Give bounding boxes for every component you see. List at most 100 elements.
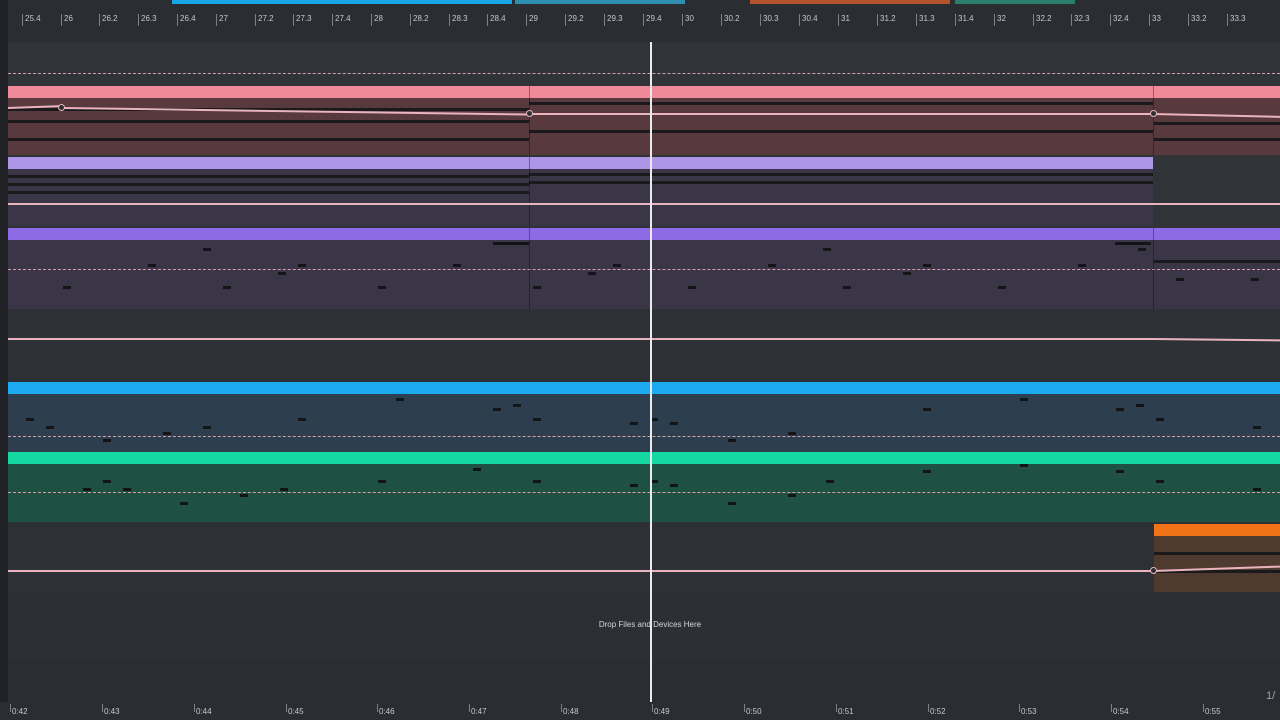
bar-label: 32.4 (1113, 14, 1129, 23)
bar-label: 33 (1152, 14, 1161, 23)
bar-label: 33.2 (1191, 14, 1207, 23)
note (1253, 488, 1261, 491)
midi-clip-lavender[interactable] (8, 169, 1153, 226)
automation-line (8, 338, 1153, 340)
automation-breakpoint[interactable] (526, 110, 533, 117)
note (1115, 242, 1151, 245)
time-tick (744, 704, 745, 712)
track-lane-blue[interactable] (8, 382, 1280, 453)
track-lane-purple[interactable] (8, 226, 1280, 310)
clip-split (1153, 86, 1154, 155)
note (533, 480, 541, 483)
track-lane-pink[interactable] (8, 42, 1280, 156)
clip-header-blue[interactable] (8, 382, 1280, 394)
bar-tick (1227, 14, 1228, 26)
time-label: 0:54 (1113, 707, 1129, 716)
note (8, 138, 529, 141)
time-tick (102, 704, 103, 712)
automation-breakpoint[interactable] (58, 104, 65, 111)
clip-header-lavender[interactable] (8, 157, 1153, 169)
note (1136, 404, 1144, 407)
note (788, 432, 796, 435)
note (728, 502, 736, 505)
note (8, 120, 529, 123)
bar-tick (487, 14, 488, 26)
note (123, 488, 131, 491)
note (1176, 278, 1184, 281)
note (453, 264, 461, 267)
note (1154, 552, 1280, 555)
automation-line (8, 203, 1280, 205)
clip-split (529, 157, 530, 226)
track-lane-orange[interactable] (8, 522, 1280, 593)
note (533, 418, 541, 421)
automation-breakpoint[interactable] (1150, 567, 1157, 574)
bar-label: 30.2 (724, 14, 740, 23)
time-tick (1111, 704, 1112, 712)
time-tick (561, 704, 562, 712)
note (63, 286, 71, 289)
note (728, 439, 736, 442)
bar-label: 28 (374, 14, 383, 23)
loop-region-bar[interactable] (515, 0, 685, 4)
note (103, 439, 111, 442)
bar-label: 30 (685, 14, 694, 23)
time-ruler[interactable]: 0:42 0:43 0:44 0:45 0:46 0:47 0:48 0:49 0:50 0:51… (0, 702, 1280, 720)
bar-tick (1188, 14, 1189, 26)
track-lane-empty[interactable] (8, 309, 1280, 383)
automation-line (529, 113, 1153, 115)
time-label: 0:47 (471, 707, 487, 716)
midi-clip-green[interactable] (8, 464, 1280, 522)
time-tick (377, 704, 378, 712)
midi-clip-blue[interactable] (8, 394, 1280, 452)
bar-label: 32.3 (1074, 14, 1090, 23)
bar-label: 32.2 (1036, 14, 1052, 23)
note (8, 191, 529, 194)
arrangement-view[interactable] (8, 42, 1280, 702)
bar-label: 29.3 (607, 14, 623, 23)
note (278, 272, 286, 275)
master-track-lane[interactable] (8, 680, 1280, 702)
midi-clip-purple[interactable] (8, 240, 1280, 309)
time-tick (10, 704, 11, 712)
bar-tick (838, 14, 839, 26)
bar-tick (799, 14, 800, 26)
bar-label: 29 (529, 14, 538, 23)
bar-label: 26.2 (102, 14, 118, 23)
beat-time-ruler[interactable]: 25.4 26 26.2 26.3 26.4 27 27.2 27.3 27.4 28 28.2 28… (0, 0, 1280, 42)
time-label: 0:48 (563, 707, 579, 716)
automation-breakpoint[interactable] (1150, 110, 1157, 117)
note (923, 264, 931, 267)
clip-header-green[interactable] (8, 452, 1280, 464)
note (533, 286, 541, 289)
bar-tick (643, 14, 644, 26)
note (670, 422, 678, 425)
bar-tick (449, 14, 450, 26)
track-lane-lavender[interactable] (8, 155, 1280, 227)
clip-header-orange[interactable] (1154, 524, 1280, 536)
time-tick (1203, 704, 1204, 712)
bar-label: 31.2 (880, 14, 896, 23)
bar-label: 33.3 (1230, 14, 1246, 23)
track-lane-green[interactable] (8, 452, 1280, 523)
bar-tick (61, 14, 62, 26)
time-tick (194, 704, 195, 712)
note (513, 404, 521, 407)
bar-label: 29.2 (568, 14, 584, 23)
loop-region-bar[interactable] (172, 0, 512, 4)
clip-header-purple[interactable] (8, 228, 1280, 240)
note (1156, 418, 1164, 421)
return-track-lane[interactable] (8, 658, 1280, 681)
bar-tick (22, 14, 23, 26)
bar-tick (410, 14, 411, 26)
note (1020, 398, 1028, 401)
bar-label: 25.4 (25, 14, 41, 23)
note (529, 181, 1153, 184)
clip-header-pink[interactable] (8, 86, 1280, 98)
time-tick (836, 704, 837, 712)
playhead[interactable] (650, 42, 652, 702)
midi-clip-pink[interactable] (8, 98, 1280, 155)
bar-label: 30.3 (763, 14, 779, 23)
bar-tick (255, 14, 256, 26)
midi-clip-orange[interactable] (1154, 536, 1280, 592)
